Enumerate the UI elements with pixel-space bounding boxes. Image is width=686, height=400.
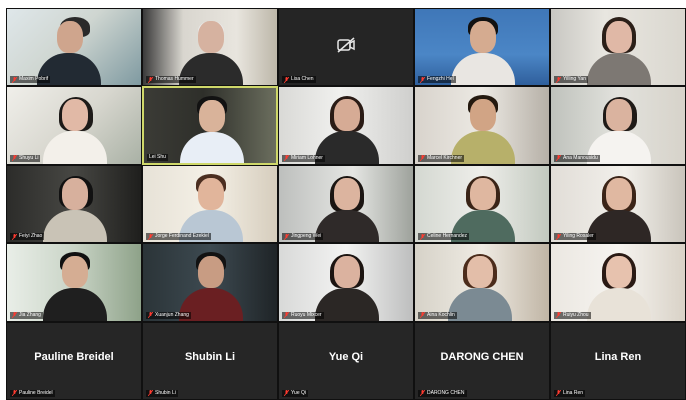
participant-name-label: Celine Hernandez	[418, 233, 470, 241]
participant-tile[interactable]: Celine Hernandez	[414, 164, 550, 244]
participant-name-label: Maxim Pobrif	[10, 76, 51, 84]
participant-name-label: Yue Qi	[282, 389, 309, 397]
mic-muted-icon	[284, 312, 289, 319]
participant-display-name: Lina Ren	[594, 350, 642, 363]
mic-muted-icon	[284, 233, 289, 240]
mic-muted-icon	[556, 390, 561, 397]
video-grid: Maxim Pobrif Thomas Hummer Lisa Chen Fen…	[6, 8, 686, 400]
participant-tile[interactable]: Aina Kochlin	[414, 243, 550, 322]
participant-tile[interactable]: Ana Manousidu	[550, 86, 686, 165]
participant-tile[interactable]: Xuanjun Zhang	[142, 243, 278, 322]
participant-display-name: DARONG CHEN	[440, 350, 524, 363]
gallery-view: Maxim Pobrif Thomas Hummer Lisa Chen Fen…	[6, 8, 686, 400]
participant-name-label: Miriam Lohner	[282, 154, 325, 162]
participant-name-label: Shuyu Li	[10, 154, 41, 162]
mic-muted-icon	[420, 233, 425, 240]
mic-muted-icon	[148, 76, 153, 83]
mic-muted-icon	[284, 390, 289, 397]
participant-tile[interactable]: Shuyu Li	[6, 86, 142, 165]
participant-display-name: Shubin Li	[184, 350, 236, 363]
mic-muted-icon	[12, 390, 17, 397]
participant-name-label: Lina Ren	[554, 389, 586, 397]
mic-muted-icon	[556, 312, 561, 319]
participant-tile[interactable]: Miriam Lohner	[278, 86, 414, 165]
mic-muted-icon	[284, 155, 289, 162]
mic-muted-icon	[148, 233, 153, 240]
mic-muted-icon	[148, 390, 153, 397]
participant-name-label: Marcel Kirchner	[418, 154, 465, 162]
participant-tile[interactable]: Jorge Ferdinand Ezekiel	[142, 164, 278, 244]
participant-name-label: Lei Shu	[147, 153, 168, 161]
participant-name-label: Yiling Rosaler	[554, 233, 596, 241]
participant-name-label: Jorge Ferdinand Ezekiel	[146, 233, 211, 241]
participant-name-label: Ruoyu Mixcer	[282, 311, 324, 319]
participant-name-label: Xuanjun Zhang	[146, 311, 191, 319]
participant-tile[interactable]: Marcel Kirchner	[414, 86, 550, 165]
participant-name-label: Pauline Breidel	[10, 389, 55, 397]
participant-name-label: Yilling Yan	[554, 76, 588, 84]
participant-name-label: Lisa Chen	[282, 76, 316, 84]
participant-tile[interactable]: Feiyi Zhao	[6, 164, 142, 244]
participant-display-name: Pauline Breidel	[34, 350, 114, 363]
participant-tile[interactable]: Yiling Rosaler	[550, 164, 686, 244]
participant-tile[interactable]: Fengzhi Hel	[414, 8, 550, 87]
participant-name-label: Thomas Hummer	[146, 76, 196, 84]
participant-tile[interactable]: Yilling Yan	[550, 8, 686, 87]
participant-tile-camera-off[interactable]: Lina Ren Lina Ren	[550, 321, 686, 400]
mic-muted-icon	[148, 312, 153, 319]
mic-muted-icon	[12, 76, 17, 83]
mic-muted-icon	[556, 76, 561, 83]
participant-name-label: Shubin Li	[146, 389, 178, 397]
participant-name-label: Jingpeng Wei	[282, 233, 324, 241]
mic-muted-icon	[12, 233, 17, 240]
mic-muted-icon	[556, 233, 561, 240]
participant-tile-camera-off[interactable]: DARONG CHEN DARONG CHEN	[414, 321, 550, 400]
participant-tile[interactable]: Jia Zhang	[6, 243, 142, 322]
participant-tile-camera-off[interactable]: Yue Qi Yue Qi	[278, 321, 414, 400]
mic-muted-icon	[284, 76, 289, 83]
participant-name-label: DARONG CHEN	[418, 389, 467, 397]
participant-display-name: Yue Qi	[328, 350, 364, 363]
mic-muted-icon	[420, 390, 425, 397]
participant-tile-camera-off[interactable]: Pauline Breidel Pauline Breidel	[6, 321, 142, 400]
participant-tile[interactable]: Maxim Pobrif	[6, 8, 142, 87]
participant-tile[interactable]: Lisa Chen	[278, 8, 414, 87]
mic-muted-icon	[420, 76, 425, 83]
participant-name-label: Ruiyu Zhou	[554, 311, 591, 319]
participant-name-label: Fengzhi Hel	[418, 76, 456, 84]
mic-muted-icon	[420, 312, 425, 319]
participant-tile[interactable]: Thomas Hummer	[142, 8, 278, 87]
mic-muted-icon	[12, 312, 17, 319]
participant-tile[interactable]: Jingpeng Wei	[278, 164, 414, 244]
participant-tile-active-speaker[interactable]: Lei Shu	[142, 86, 278, 165]
participant-tile[interactable]: Ruiyu Zhou	[550, 243, 686, 322]
camera-off-icon	[337, 37, 355, 53]
participant-tile[interactable]: Ruoyu Mixcer	[278, 243, 414, 322]
participant-name-label: Jia Zhang	[10, 311, 43, 319]
participant-name-label: Ana Manousidu	[554, 154, 600, 162]
mic-muted-icon	[420, 155, 425, 162]
participant-name-label: Aina Kochlin	[418, 311, 457, 319]
mic-muted-icon	[12, 155, 17, 162]
participant-name-label: Feiyi Zhao	[10, 233, 45, 241]
participant-tile-camera-off[interactable]: Shubin Li Shubin Li	[142, 321, 278, 400]
mic-muted-icon	[556, 155, 561, 162]
